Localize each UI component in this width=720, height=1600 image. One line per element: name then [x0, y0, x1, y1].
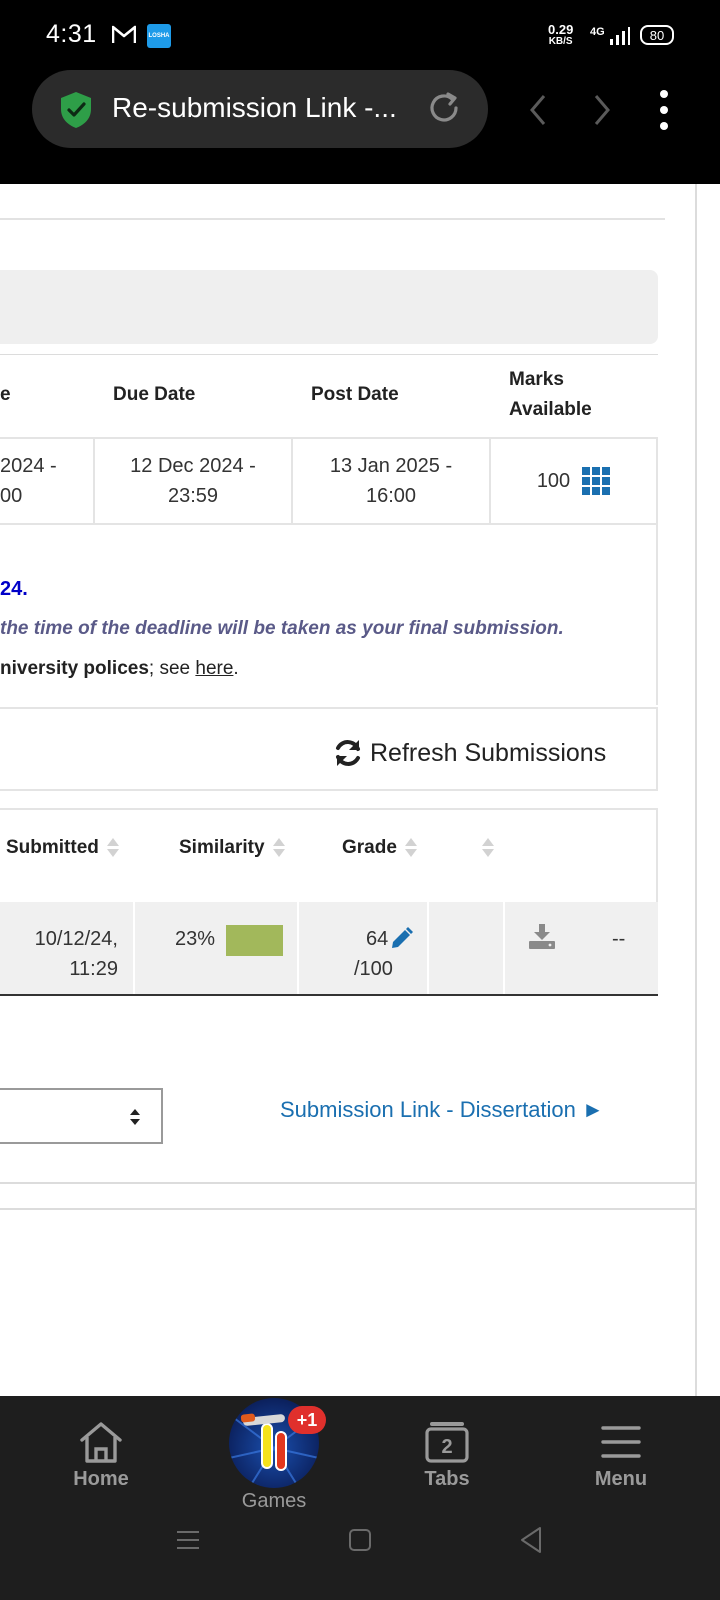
- back-arrow-icon[interactable]: [524, 92, 552, 128]
- web-page: e Due Date Post Date Marks Available 202…: [0, 184, 720, 1396]
- divider: [0, 354, 658, 355]
- header-start-date: e: [0, 384, 11, 405]
- svg-text:2: 2: [441, 1436, 452, 1458]
- more-options-icon[interactable]: [656, 88, 672, 132]
- refresh-icon: [336, 740, 360, 766]
- edit-pencil-icon[interactable]: [388, 926, 414, 952]
- header-post-date: Post Date: [311, 384, 399, 405]
- games-label[interactable]: Games: [214, 1490, 334, 1513]
- games-notification-badge: +1: [288, 1406, 326, 1434]
- similarity-score[interactable]: 23%: [175, 924, 215, 954]
- row-separator: [427, 902, 429, 994]
- page-border: [695, 184, 697, 1396]
- policy-link[interactable]: here: [195, 658, 233, 679]
- final-submission-note: the time of the deadline will be taken a…: [0, 618, 564, 639]
- battery-indicator: 80: [640, 25, 674, 45]
- rubric-grid-icon[interactable]: [582, 467, 611, 495]
- header-due-date: Due Date: [113, 384, 196, 405]
- extra-column-value: --: [612, 928, 626, 950]
- divider: [0, 218, 665, 220]
- row-separator: [297, 902, 299, 994]
- network-type: 4G: [590, 26, 605, 38]
- refresh-submissions-button[interactable]: Refresh Submissions: [332, 736, 606, 770]
- status-bar: 4:31 LOSHA 0.29 KB/S 4G 80: [0, 0, 720, 70]
- network-speed: 0.29 KB/S: [548, 22, 574, 47]
- policy-text: niversity polices; see here.: [0, 658, 239, 679]
- home-button[interactable]: Home: [41, 1420, 161, 1491]
- hamburger-menu-icon: [601, 1426, 641, 1458]
- divider: [0, 1182, 697, 1184]
- column-header-submitted[interactable]: Submitted: [6, 836, 119, 860]
- browser-toolbar: Re-submission Link -...: [0, 70, 720, 184]
- tabs-icon: 2: [425, 1422, 469, 1463]
- app-notification-icon: LOSHA: [147, 24, 171, 48]
- sort-icon: [106, 836, 119, 860]
- marks-value: 100: [536, 470, 571, 492]
- signal-icon: [610, 27, 630, 45]
- submitted-date: 10/12/24, 11:29: [34, 928, 118, 980]
- deadline-text: 24.: [0, 578, 28, 600]
- grade-score: 64: [366, 928, 389, 950]
- menu-button[interactable]: Menu: [561, 1420, 681, 1491]
- page-tab-title[interactable]: Re-submission Link -...: [112, 92, 397, 124]
- info-banner: [0, 270, 658, 344]
- row-separator: [133, 902, 135, 994]
- header-available: Available: [509, 399, 592, 420]
- header-marks: Marks: [509, 369, 564, 390]
- home-icon: [80, 1422, 122, 1463]
- select-arrows-icon: [130, 1109, 140, 1125]
- clock: 4:31: [46, 20, 97, 48]
- marks-cell: 100: [491, 437, 656, 525]
- row-separator: [503, 902, 505, 994]
- recent-apps-icon[interactable]: [176, 1528, 200, 1552]
- grade-total: /100: [354, 958, 393, 980]
- divider: [0, 1208, 697, 1210]
- column-header-grade[interactable]: Grade: [342, 836, 417, 860]
- start-date-cell: 2024 - 00: [0, 455, 57, 507]
- browser-bottom-bar: Home +1 Games 2 Tabs Menu: [0, 1396, 720, 1600]
- sort-icon: [404, 836, 417, 860]
- similarity-bar[interactable]: [226, 925, 283, 956]
- shield-icon[interactable]: [58, 90, 94, 130]
- due-date-cell: 12 Dec 2024 - 23:59: [130, 455, 256, 507]
- reload-icon[interactable]: [424, 88, 464, 128]
- next-submission-link[interactable]: Submission Link - Dissertation ►: [280, 1097, 604, 1123]
- sort-icon: [272, 836, 285, 860]
- sort-icon: [482, 836, 494, 860]
- back-system-icon[interactable]: [518, 1526, 544, 1554]
- home-system-icon[interactable]: [348, 1528, 372, 1552]
- download-icon[interactable]: [528, 924, 556, 950]
- post-date-cell: 13 Jan 2025 - 16:00: [329, 455, 453, 507]
- forward-arrow-icon[interactable]: [588, 92, 616, 128]
- gmail-icon: [112, 25, 136, 43]
- column-header-similarity[interactable]: Similarity: [179, 836, 285, 860]
- tabs-button[interactable]: 2 Tabs: [387, 1420, 507, 1491]
- column-header-actions[interactable]: [474, 836, 494, 860]
